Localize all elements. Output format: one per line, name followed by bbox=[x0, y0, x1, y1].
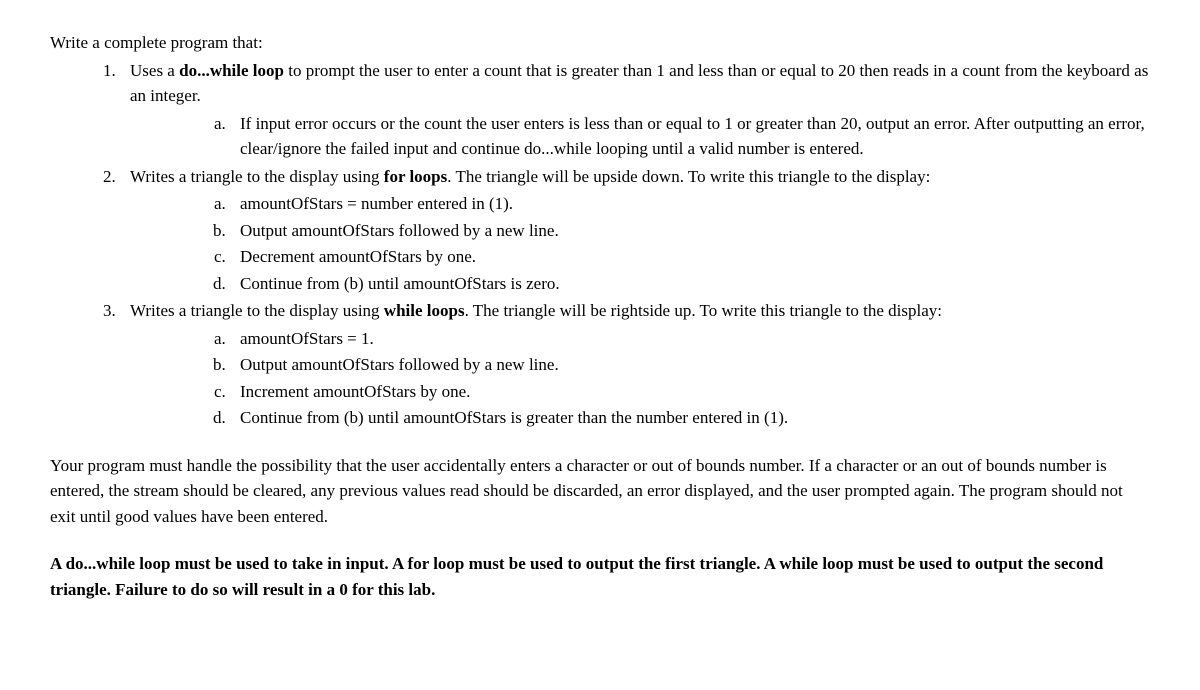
item-1-before: Uses a bbox=[130, 61, 179, 80]
error-handling-paragraph: Your program must handle the possibility… bbox=[50, 453, 1150, 530]
item-2c: Decrement amountOfStars by one. bbox=[230, 244, 1150, 270]
item-1a: If input error occurs or the count the u… bbox=[230, 111, 1150, 162]
main-list: Uses a do...while loop to prompt the use… bbox=[50, 58, 1150, 431]
item-2-bold: for loops bbox=[384, 167, 447, 186]
item-3-before: Writes a triangle to the display using bbox=[130, 301, 384, 320]
item-3-sublist: amountOfStars = 1. Output amountOfStars … bbox=[130, 326, 1150, 431]
item-2-after: . The triangle will be upside down. To w… bbox=[447, 167, 930, 186]
item-1-bold: do...while loop bbox=[179, 61, 284, 80]
item-1: Uses a do...while loop to prompt the use… bbox=[120, 58, 1150, 162]
item-3: Writes a triangle to the display using w… bbox=[120, 298, 1150, 431]
item-3-after: . The triangle will be rightside up. To … bbox=[465, 301, 942, 320]
item-2: Writes a triangle to the display using f… bbox=[120, 164, 1150, 297]
item-2-before: Writes a triangle to the display using bbox=[130, 167, 384, 186]
intro-text: Write a complete program that: bbox=[50, 30, 1150, 56]
item-3d: Continue from (b) until amountOfStars is… bbox=[230, 405, 1150, 431]
item-3b: Output amountOfStars followed by a new l… bbox=[230, 352, 1150, 378]
item-3a: amountOfStars = 1. bbox=[230, 326, 1150, 352]
item-2-sublist: amountOfStars = number entered in (1). O… bbox=[130, 191, 1150, 296]
item-2a: amountOfStars = number entered in (1). bbox=[230, 191, 1150, 217]
item-3-bold: while loops bbox=[384, 301, 465, 320]
item-2d: Continue from (b) until amountOfStars is… bbox=[230, 271, 1150, 297]
item-3c: Increment amountOfStars by one. bbox=[230, 379, 1150, 405]
item-1-sublist: If input error occurs or the count the u… bbox=[130, 111, 1150, 162]
item-2b: Output amountOfStars followed by a new l… bbox=[230, 218, 1150, 244]
requirements-paragraph: A do...while loop must be used to take i… bbox=[50, 551, 1150, 602]
